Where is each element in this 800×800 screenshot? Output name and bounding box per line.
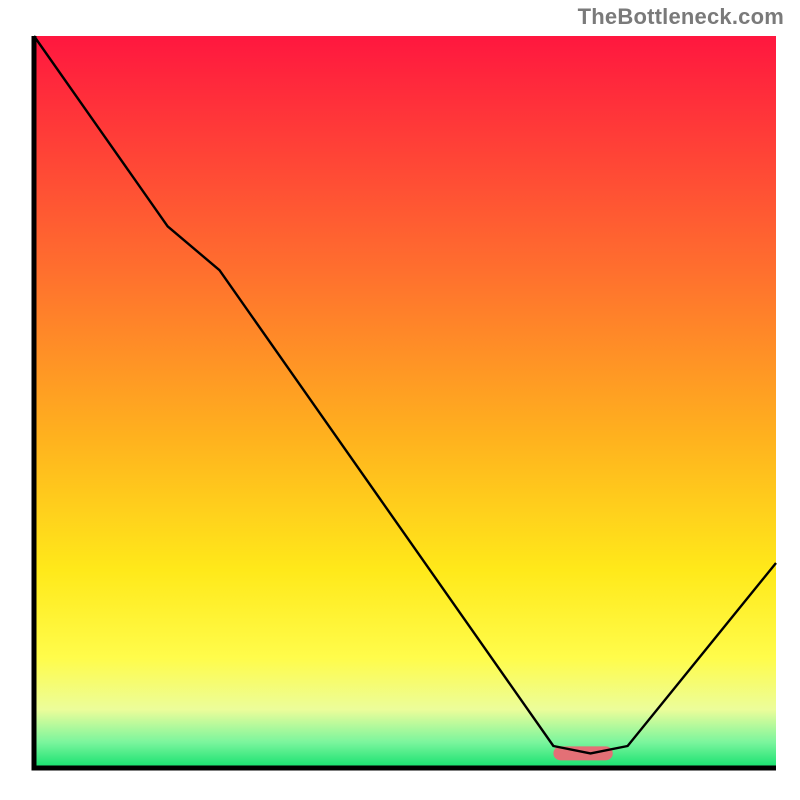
- chart-container: [18, 30, 782, 782]
- bottleneck-chart: [18, 30, 782, 782]
- watermark-text: TheBottleneck.com: [578, 4, 784, 30]
- chart-background: [34, 36, 776, 768]
